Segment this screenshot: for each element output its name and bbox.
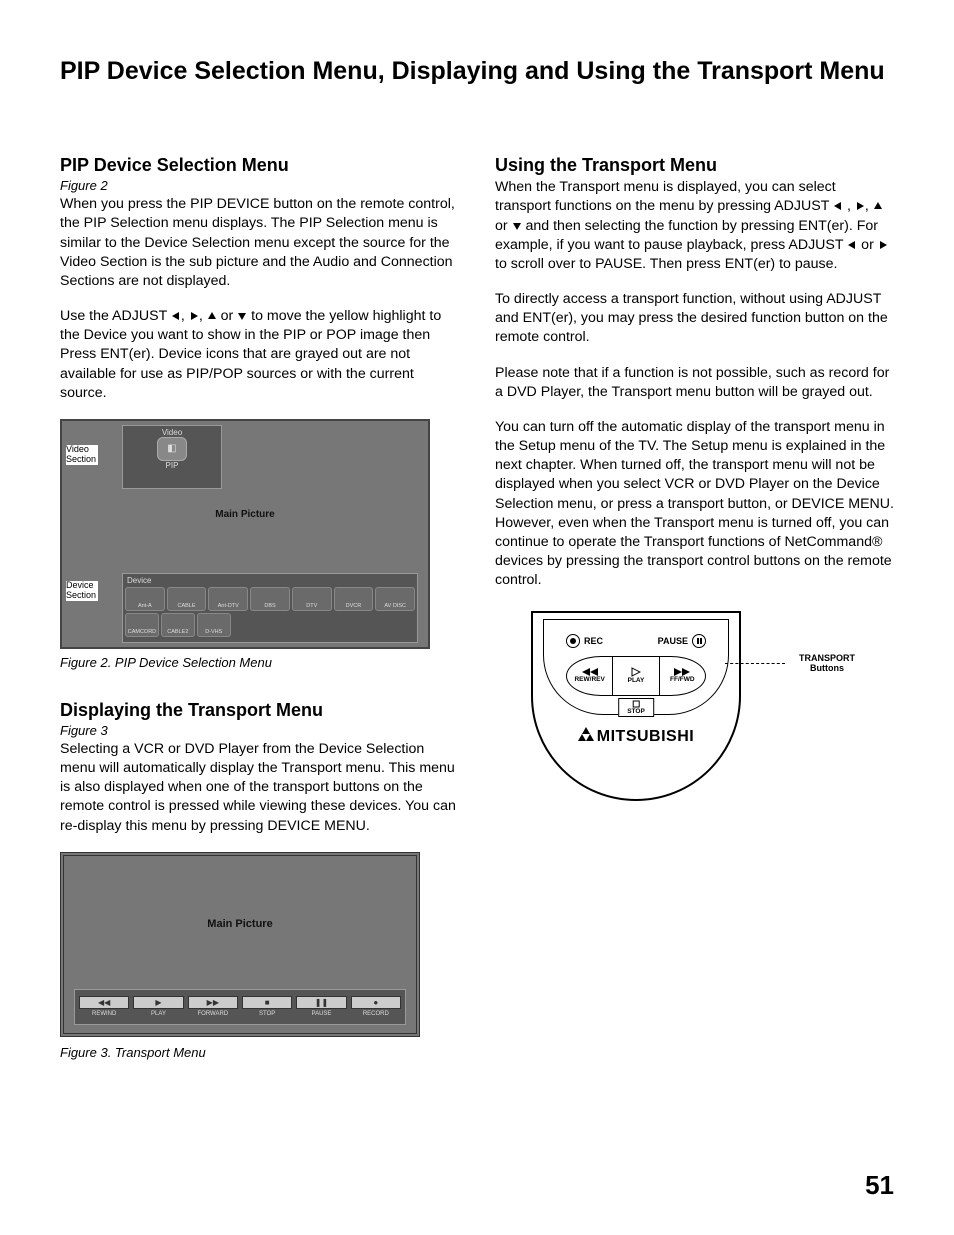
remote-body: REC PAUSE REW/REV PLAY bbox=[531, 611, 741, 801]
label: REC bbox=[584, 636, 603, 646]
using-transport-para3: Please note that if a function is not po… bbox=[495, 364, 894, 402]
pip-video-panel: Video ◧ PIP bbox=[122, 425, 222, 489]
figure-3-transport-menu: Main Picture ◀◀REWIND ▶PLAY ▶▶FORWARD ■S… bbox=[60, 852, 420, 1037]
triangle-left-icon bbox=[833, 201, 843, 211]
pip-selection-heading: PIP Device Selection Menu bbox=[60, 155, 459, 176]
displaying-transport-para: Selecting a VCR or DVD Player from the D… bbox=[60, 740, 459, 836]
callout-line bbox=[725, 663, 785, 664]
device-item: Ant-A bbox=[125, 587, 165, 611]
triangle-left-icon bbox=[171, 311, 181, 321]
main-picture-label: Main Picture bbox=[64, 918, 416, 930]
transport-buttons-callout: TRANSPORT Buttons bbox=[799, 653, 855, 675]
text: , bbox=[181, 308, 189, 324]
device-item: Ant-DTV bbox=[208, 587, 248, 611]
device-item: DTV bbox=[292, 587, 332, 611]
pip-label: PIP bbox=[125, 461, 219, 470]
using-transport-para1: When the Transport menu is displayed, yo… bbox=[495, 178, 894, 274]
label: REW/REV bbox=[574, 676, 604, 683]
label: PAUSE bbox=[658, 636, 688, 646]
pip-selection-para2: Use the ADJUST , , or to move the yellow… bbox=[60, 307, 459, 403]
triangle-up-icon bbox=[207, 311, 217, 321]
device-panel: Device Ant-A CABLE Ant-DTV DBS DTV DVCR … bbox=[122, 573, 418, 643]
device-item: AV DISC bbox=[375, 587, 415, 611]
ffwd-segment: FF/FWD bbox=[660, 657, 705, 695]
video-section-label: Video Section bbox=[66, 445, 98, 465]
page-title: PIP Device Selection Menu, Displaying an… bbox=[60, 56, 894, 87]
triangle-down-icon bbox=[237, 311, 247, 321]
forward-button: ▶▶FORWARD bbox=[188, 996, 238, 1017]
video-label: Video bbox=[125, 428, 219, 437]
right-column: Using the Transport Menu When the Transp… bbox=[495, 155, 894, 1090]
left-column: PIP Device Selection Menu Figure 2 When … bbox=[60, 155, 459, 1090]
text: , bbox=[865, 198, 873, 214]
text: , bbox=[199, 308, 207, 324]
device-item: DBS bbox=[250, 587, 290, 611]
pip-selection-para1: When you press the PIP DEVICE button on … bbox=[60, 195, 459, 291]
text: or bbox=[857, 237, 878, 253]
triangle-up-icon bbox=[873, 201, 883, 211]
transport-oval: REW/REV PLAY FF/FWD bbox=[566, 656, 706, 696]
device-section-label: Device Section bbox=[66, 581, 98, 601]
text: Use the ADJUST bbox=[60, 308, 171, 324]
mitsubishi-logo-icon bbox=[578, 727, 594, 741]
main-picture-label: Main Picture bbox=[62, 509, 428, 520]
device-item: CABLE2 bbox=[161, 613, 195, 637]
pause-icon bbox=[692, 634, 706, 648]
figure-2-ref: Figure 2 bbox=[60, 178, 459, 193]
label: FF/FWD bbox=[670, 676, 695, 683]
device-row-1: Ant-A CABLE Ant-DTV DBS DTV DVCR AV DISC bbox=[125, 587, 415, 611]
device-item: DVCR bbox=[334, 587, 374, 611]
stop-button: ■STOP bbox=[242, 996, 292, 1017]
stop-icon bbox=[632, 700, 640, 708]
page-number: 51 bbox=[865, 1170, 894, 1201]
device-row-2: CAMCORD CABLE2 D-VHS bbox=[125, 613, 415, 637]
triangle-right-icon bbox=[855, 201, 865, 211]
figure-3-ref: Figure 3 bbox=[60, 723, 459, 738]
remote-inner-panel: REC PAUSE REW/REV PLAY bbox=[543, 619, 729, 715]
rewind-icon bbox=[582, 668, 598, 676]
triangle-left-icon bbox=[847, 240, 857, 250]
stop-segment: STOP bbox=[618, 698, 654, 717]
play-button: ▶PLAY bbox=[133, 996, 183, 1017]
triangle-down-icon bbox=[512, 221, 522, 231]
label: STOP bbox=[627, 708, 645, 715]
device-item: CABLE bbox=[167, 587, 207, 611]
displaying-transport-heading: Displaying the Transport Menu bbox=[60, 700, 459, 721]
using-transport-heading: Using the Transport Menu bbox=[495, 155, 894, 176]
device-label: Device bbox=[127, 576, 415, 585]
triangle-right-icon bbox=[189, 311, 199, 321]
device-item: D-VHS bbox=[197, 613, 231, 637]
rec-button: REC bbox=[566, 634, 603, 648]
brand-logo: MITSUBISHI bbox=[533, 727, 739, 746]
play-segment: PLAY bbox=[613, 657, 659, 695]
play-icon bbox=[631, 667, 641, 677]
remote-illustration: REC PAUSE REW/REV PLAY bbox=[495, 611, 855, 821]
device-item: CAMCORD bbox=[125, 613, 159, 637]
text: to scroll over to PAUSE. Then press ENT(… bbox=[495, 256, 837, 272]
figure-3-caption: Figure 3. Transport Menu bbox=[60, 1045, 459, 1060]
transport-bar: ◀◀REWIND ▶PLAY ▶▶FORWARD ■STOP ❚❚PAUSE ●… bbox=[74, 989, 406, 1025]
rewind-button: ◀◀REWIND bbox=[79, 996, 129, 1017]
video-source-icon: ◧ bbox=[157, 437, 187, 461]
pause-button: ❚❚PAUSE bbox=[296, 996, 346, 1017]
triangle-right-icon bbox=[878, 240, 888, 250]
using-transport-para4: You can turn off the automatic display o… bbox=[495, 418, 894, 591]
using-transport-para2: To directly access a transport function,… bbox=[495, 290, 894, 348]
text: When the Transport menu is displayed, yo… bbox=[495, 179, 836, 214]
text: and then selecting the function by press… bbox=[495, 218, 878, 253]
figure-2-pip-menu: Video Section Device Section Video ◧ PIP… bbox=[60, 419, 430, 649]
rewind-segment: REW/REV bbox=[567, 657, 613, 695]
pause-button: PAUSE bbox=[658, 634, 706, 648]
ffwd-icon bbox=[674, 668, 690, 676]
text: or bbox=[217, 308, 238, 324]
record-icon bbox=[566, 634, 580, 648]
record-button: ●RECORD bbox=[351, 996, 401, 1017]
text: , bbox=[843, 198, 855, 214]
text: or bbox=[495, 218, 512, 234]
label: PLAY bbox=[628, 677, 645, 684]
figure-2-caption: Figure 2. PIP Device Selection Menu bbox=[60, 655, 459, 670]
